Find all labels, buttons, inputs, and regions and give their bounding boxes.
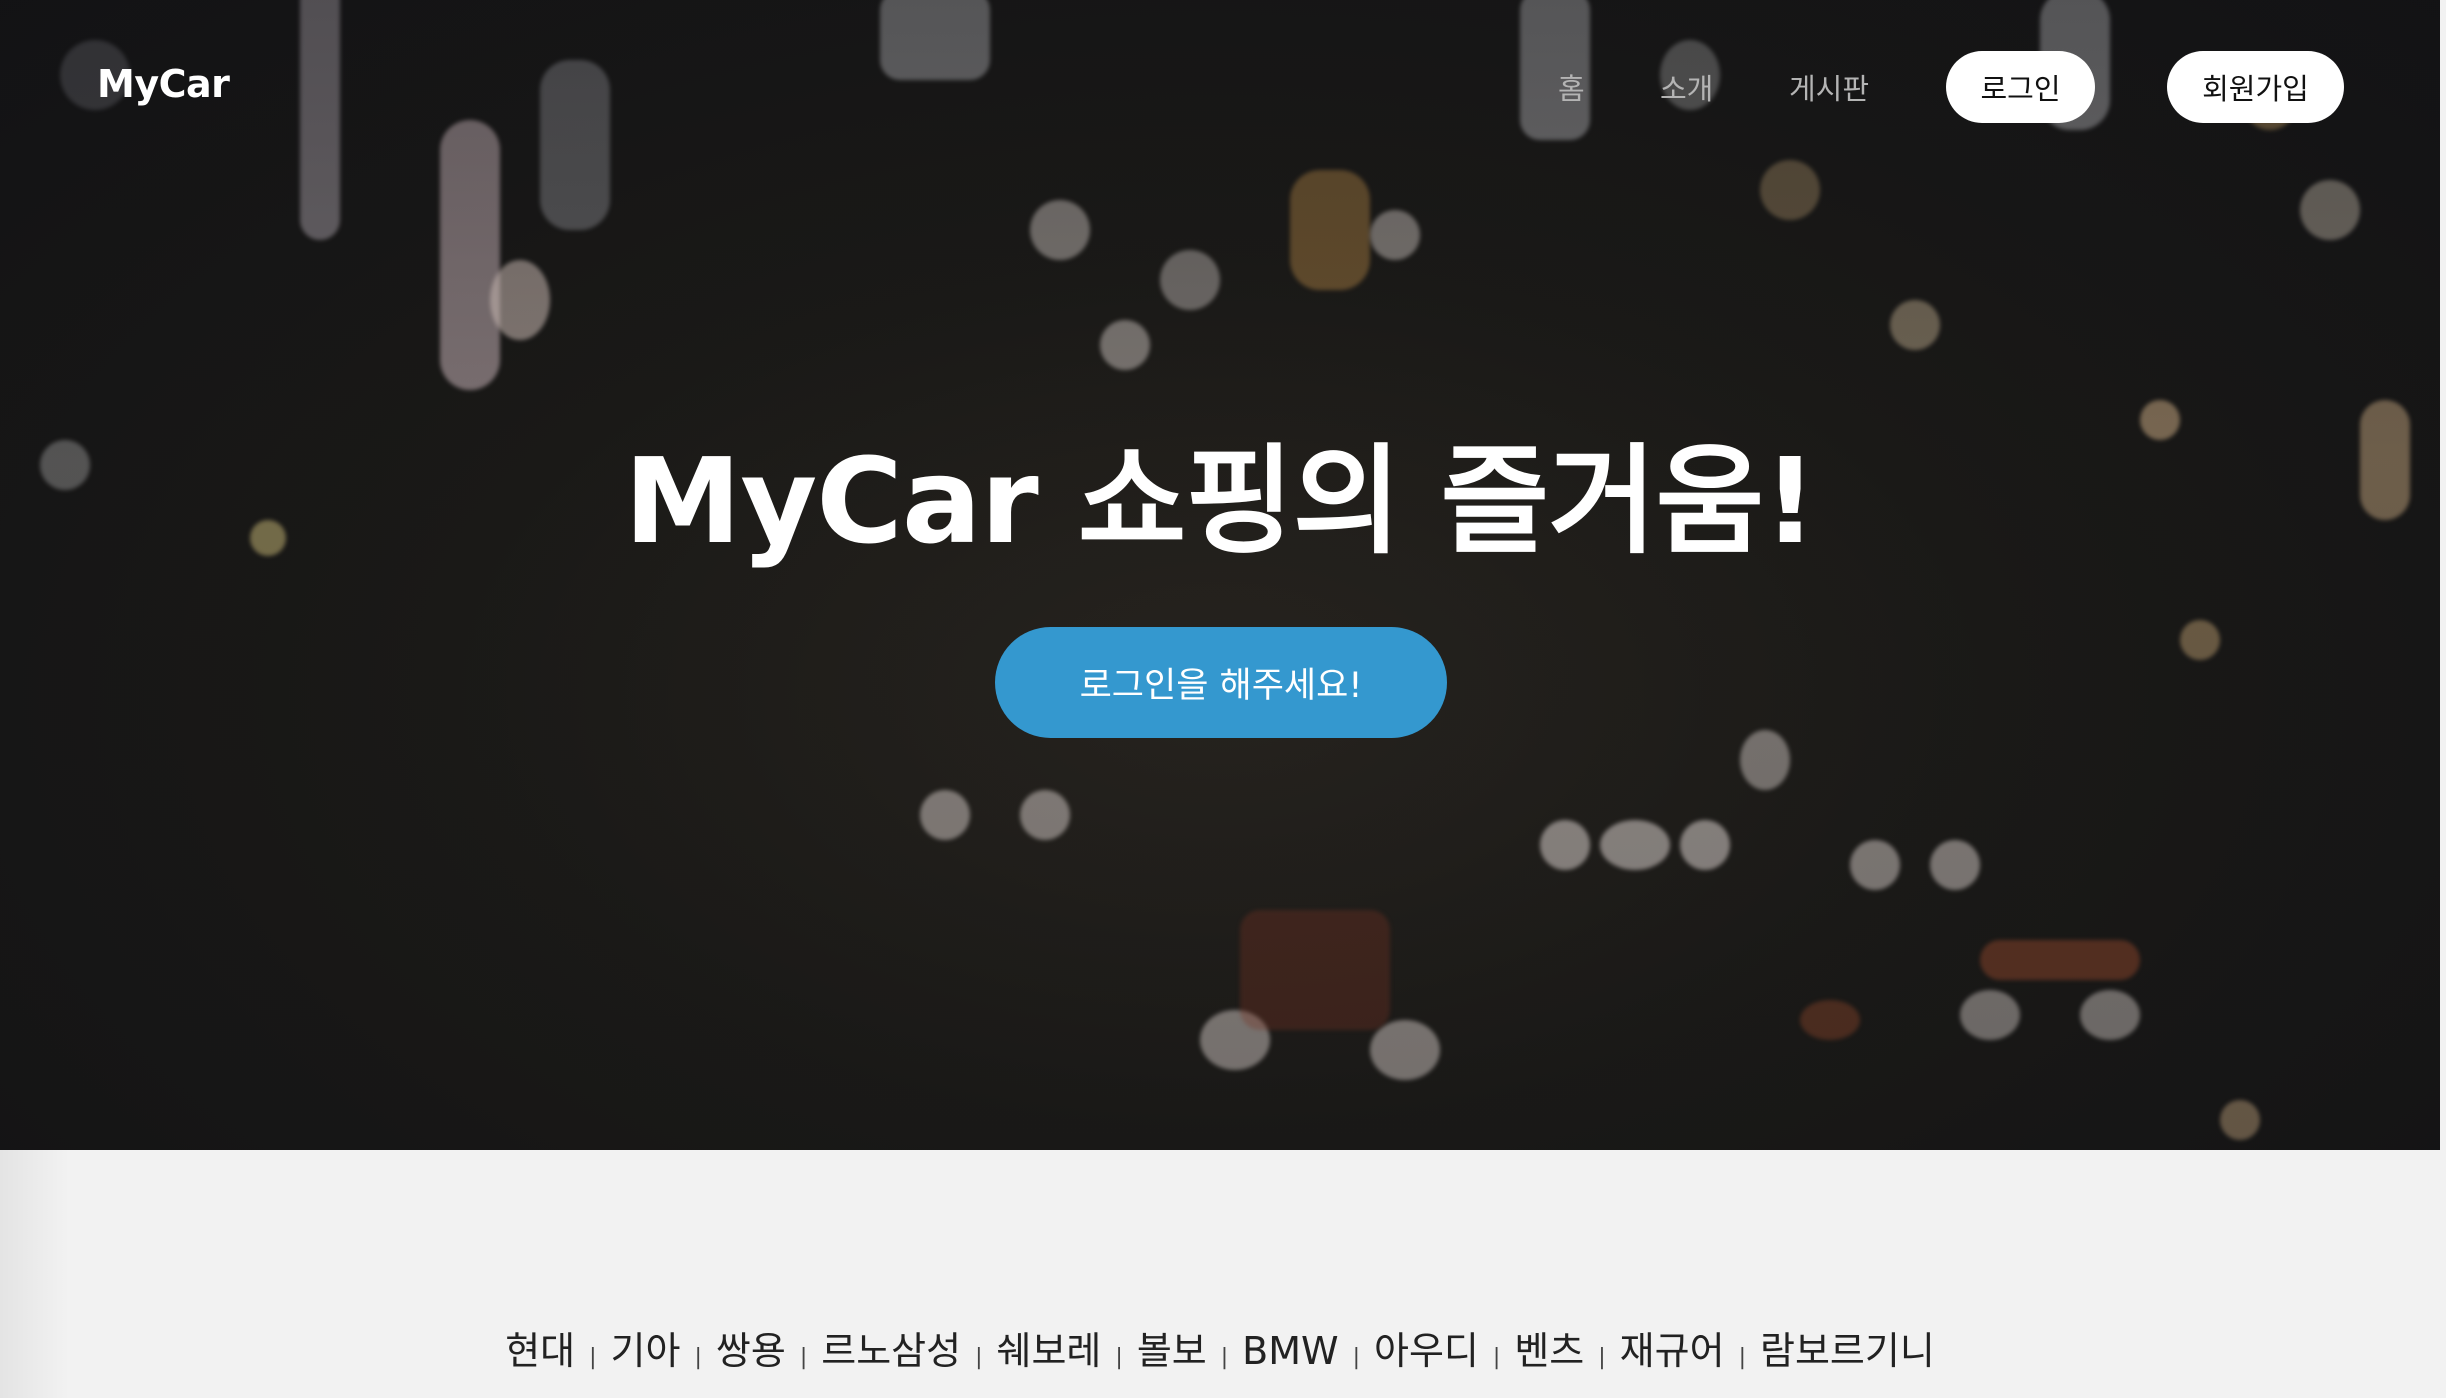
login-cta-button[interactable]: 로그인을 해주세요! (995, 627, 1447, 738)
brand-link-audi[interactable]: 아우디 (1374, 1320, 1479, 1375)
car-brand-list: 현대 | 기아 | 쌍용 | 르노삼성 | 쉐보레 | 볼보 | BMW | 아… (0, 1320, 2440, 1375)
brand-separator: | (799, 1345, 808, 1370)
brand-separator: | (694, 1345, 702, 1370)
brand-link-hyundai[interactable]: 현대 (505, 1320, 575, 1375)
brand-link-bmw[interactable]: BMW (1242, 1329, 1338, 1373)
brand-separator: | (1220, 1345, 1229, 1370)
brand-separator: | (1115, 1345, 1123, 1370)
nav-link-board[interactable]: 게시판 (1789, 66, 1869, 108)
brand-logo[interactable]: MyCar (97, 62, 230, 106)
hero-section: MyCar 홈 소개 게시판 로그인 회원가입 MyCar 쇼핑의 즐거움! 로… (0, 0, 2440, 1150)
brand-link-renault-samsung[interactable]: 르노삼성 (821, 1320, 961, 1375)
brand-link-chevrolet[interactable]: 쉐보레 (997, 1320, 1102, 1375)
brand-link-kia[interactable]: 기아 (611, 1320, 681, 1375)
signup-button[interactable]: 회원가입 (2167, 51, 2344, 123)
brand-link-ssangyong[interactable]: 쌍용 (716, 1320, 786, 1375)
brand-separator: | (1352, 1345, 1361, 1370)
brand-separator: | (975, 1345, 983, 1370)
hero-title: MyCar 쇼핑의 즐거움! (623, 432, 1817, 570)
login-button[interactable]: 로그인 (1946, 51, 2095, 123)
nav-link-about[interactable]: 소개 (1660, 66, 1713, 108)
brand-separator: | (1492, 1345, 1501, 1370)
brand-link-volvo[interactable]: 볼보 (1137, 1320, 1207, 1375)
brand-separator: | (1738, 1345, 1746, 1370)
brand-link-benz[interactable]: 벤츠 (1514, 1320, 1584, 1375)
brand-link-jaguar[interactable]: 재규어 (1620, 1320, 1725, 1375)
nav-link-home[interactable]: 홈 (1558, 66, 1585, 108)
brand-separator: | (1598, 1345, 1606, 1370)
brand-link-lamborghini[interactable]: 람보르기니 (1760, 1320, 1935, 1375)
brand-separator: | (589, 1345, 597, 1370)
